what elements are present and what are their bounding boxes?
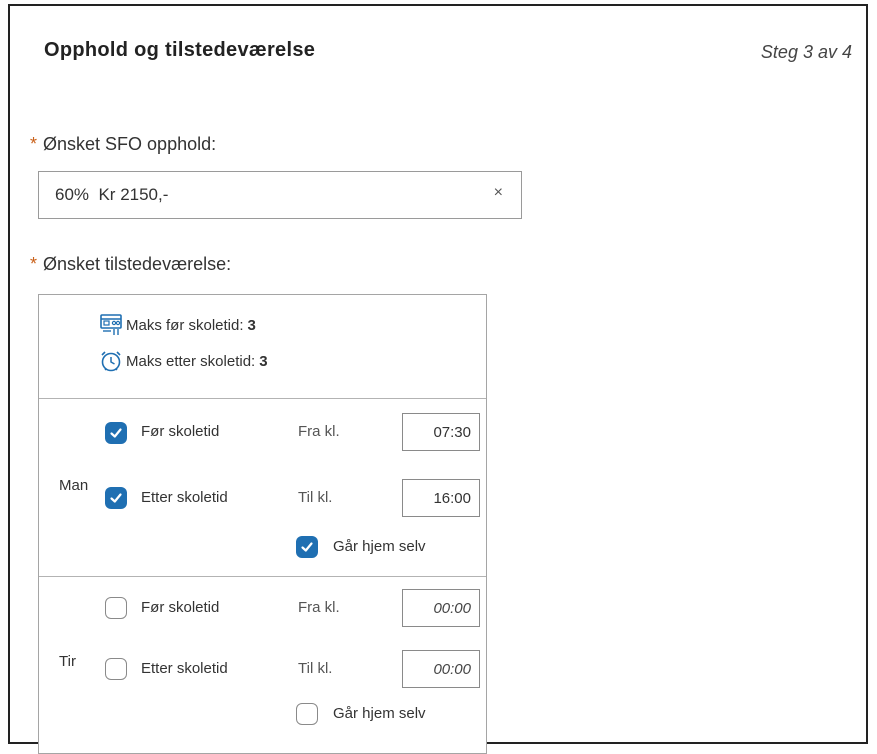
max-after-row: Maks etter skoletid: 3 <box>99 349 268 373</box>
divider <box>39 576 486 577</box>
checkbox-after-school-tir[interactable] <box>105 658 127 680</box>
divider <box>39 398 486 399</box>
max-before-label: Maks før skoletid: <box>126 316 244 334</box>
page-title: Opphold og tilstedeværelse <box>44 39 316 61</box>
from-time-input-tir[interactable]: 00:00 <box>402 589 480 627</box>
required-asterisk: * <box>30 134 38 154</box>
after-school-label: Etter skoletid <box>141 660 228 677</box>
checkbox-goes-home-alone-tir[interactable] <box>296 703 318 725</box>
from-time-input-man[interactable]: 07:30 <box>402 413 480 451</box>
checkbox-after-school-man[interactable] <box>105 487 127 509</box>
attendance-label-row: * Ønsket tilstedeværelse: <box>30 254 231 275</box>
to-time-input-man[interactable]: 16:00 <box>402 479 480 517</box>
schedule-icon <box>100 314 122 335</box>
day-label-tir: Tir <box>59 653 76 670</box>
stay-label-row: * Ønsket SFO opphold: <box>30 134 216 155</box>
clear-icon[interactable]: × <box>494 184 503 202</box>
checkbox-before-school-tir[interactable] <box>105 597 127 619</box>
to-label: Til kl. <box>298 660 333 677</box>
stay-label: Ønsket SFO opphold: <box>43 134 217 154</box>
before-school-label: Før skoletid <box>141 423 220 440</box>
max-before-value: 3 <box>247 316 256 334</box>
checkbox-goes-home-alone-man[interactable] <box>296 536 318 558</box>
max-before-row: Maks før skoletid: 3 <box>99 313 256 337</box>
attendance-panel: Maks før skoletid: 3 Maks etter skoletid… <box>38 294 487 754</box>
after-school-label: Etter skoletid <box>141 489 228 506</box>
checkmark-icon <box>110 428 122 438</box>
goes-home-alone-label: Går hjem selv <box>333 705 426 722</box>
step-indicator: Steg 3 av 4 <box>760 42 852 62</box>
from-label: Fra kl. <box>298 599 340 616</box>
checkbox-before-school-man[interactable] <box>105 422 127 444</box>
stay-select-value: 60% Kr 2150,- <box>55 185 169 204</box>
required-asterisk: * <box>30 254 38 274</box>
attendance-label: Ønsket tilstedeværelse: <box>43 254 232 274</box>
day-label-man: Man <box>59 477 89 494</box>
goes-home-alone-label: Går hjem selv <box>333 538 426 555</box>
alarm-clock-icon <box>101 351 121 372</box>
checkmark-icon <box>110 493 122 503</box>
stay-select[interactable]: 60% Kr 2150,- × <box>38 171 522 219</box>
form-frame: Opphold og tilstedeværelse Steg 3 av 4 *… <box>8 4 868 754</box>
max-after-value: 3 <box>259 352 268 370</box>
to-label: Til kl. <box>298 489 333 506</box>
before-school-label: Før skoletid <box>141 599 220 616</box>
from-label: Fra kl. <box>298 423 340 440</box>
to-time-input-tir[interactable]: 00:00 <box>402 650 480 688</box>
max-after-label: Maks etter skoletid: <box>126 352 256 370</box>
checkmark-icon <box>301 542 313 552</box>
